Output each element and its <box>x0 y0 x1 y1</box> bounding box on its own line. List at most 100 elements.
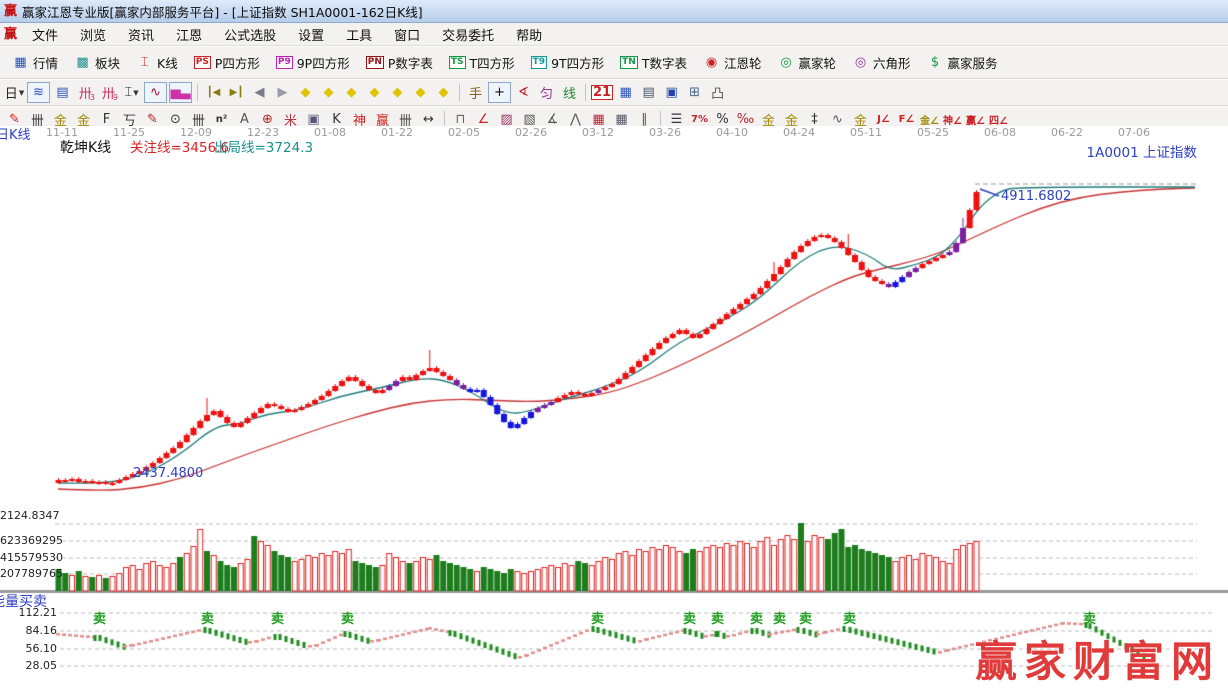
sell-signal-marker: 卖 <box>93 613 106 628</box>
row1-tool-icon-16[interactable]: ◆ <box>341 83 362 102</box>
row1-tool-icon-11[interactable]: ▶┃ <box>226 83 247 102</box>
row1-tool-icon-31[interactable]: ▣ <box>661 83 682 102</box>
六角形-icon: ◎ <box>852 55 869 70</box>
toolbar-button-T四方形[interactable]: TST四方形 <box>441 51 523 74</box>
T四方形-icon: TS <box>449 56 466 69</box>
row1-tool-icon-3[interactable]: ▤ <box>52 83 73 102</box>
row1-tool-icon-33[interactable]: 凸 <box>707 83 728 102</box>
toolbar-button-label: P四方形 <box>215 53 260 72</box>
K线-icon: ⌶ <box>136 55 153 70</box>
toolbar-button-label: 板块 <box>95 53 120 72</box>
menu-bar: 赢 文件浏览资讯江恩公式选股设置工具窗口交易委托帮助 <box>0 23 1228 46</box>
menu-item-10[interactable]: 帮助 <box>505 23 553 46</box>
volume-axis-label: 623369295 <box>0 535 57 548</box>
toolbar-button-label: 赢家轮 <box>799 53 837 72</box>
sell-signal-marker: 卖 <box>591 613 604 628</box>
row1-dropdown-arrow: ▼ <box>19 89 24 97</box>
row1-tool-icon-30[interactable]: ▤ <box>638 83 659 102</box>
menu-item-9[interactable]: 交易委托 <box>431 23 505 46</box>
toolbar-button-9P四方形[interactable]: P99P四方形 <box>268 51 358 74</box>
title-bar[interactable]: 赢 赢家江恩专业版[赢家内部服务平台] - [上证指数 SH1A0001-162… <box>0 0 1228 23</box>
toolbar-button-行情[interactable]: ▦ 行情 <box>4 51 66 74</box>
toolbar-button-P数字表[interactable]: PNP数字表 <box>358 51 441 74</box>
row1-tool-icon-19[interactable]: ◆ <box>410 83 431 102</box>
row1-tool-icon-23[interactable]: + <box>488 82 511 103</box>
row1-tool-icon-4[interactable]: 卅3 <box>75 83 96 102</box>
toolbar-button-9T四方形[interactable]: T99T四方形 <box>523 51 613 74</box>
row1-tool-icon-8[interactable]: ▅▃ <box>169 82 192 103</box>
sell-signal-marker: 卖 <box>750 613 763 628</box>
row1-tool-icon-29[interactable]: ▦ <box>615 83 636 102</box>
板块-icon: ▩ <box>74 55 91 70</box>
row1-tool-icon-18[interactable]: ◆ <box>387 83 408 102</box>
app-window: 赢 赢家江恩专业版[赢家内部服务平台] - [上证指数 SH1A0001-162… <box>0 0 1228 133</box>
row1-tool-sub: 3 <box>90 93 95 102</box>
row1-tool-icon-13[interactable]: ▶ <box>272 83 293 102</box>
row1-tool-icon-2[interactable]: ≋ <box>27 82 50 103</box>
row1-tool-icon-10[interactable]: ┃◀ <box>203 83 224 102</box>
row1-tool-icon-14[interactable]: ◆ <box>295 83 316 102</box>
date-tick: 04-10 <box>714 127 750 140</box>
toolbar-button-label: 行情 <box>33 53 58 72</box>
T数字表-icon: TN <box>620 56 638 69</box>
row1-tool-icon-22[interactable]: 手 <box>465 83 486 102</box>
row1-tool-icon-24[interactable]: ∢ <box>513 83 534 102</box>
volume-axis-label: 207789765 <box>0 568 57 581</box>
row1-tool-icon-1[interactable]: 日▼ <box>4 83 25 102</box>
menu-item-7[interactable]: 工具 <box>335 23 383 46</box>
P数字表-icon: PN <box>366 56 384 69</box>
row1-tool-icon-32[interactable]: ⊞ <box>684 83 705 102</box>
date-tick: 11-25 <box>111 127 147 140</box>
toolbar-button-江恩轮[interactable]: ◉江恩轮 <box>695 51 770 74</box>
menu-item-2[interactable]: 浏览 <box>69 23 117 46</box>
menu-item-6[interactable]: 设置 <box>287 23 335 46</box>
row1-tool-icon-12[interactable]: ◀ <box>249 83 270 102</box>
P四方形-icon: PS <box>194 56 211 69</box>
toolbar-button-K线[interactable]: ⌶K线 <box>128 51 186 74</box>
row1-separator <box>197 84 198 101</box>
menu-item-5[interactable]: 公式选股 <box>213 23 287 46</box>
toolbar-button-P四方形[interactable]: PS P四方形 <box>186 51 268 74</box>
sell-signal-marker: 卖 <box>201 613 214 628</box>
window-title: 赢家江恩专业版[赢家内部服务平台] - [上证指数 SH1A0001-162日K… <box>22 2 423 21</box>
menu-item-1[interactable]: 文件 <box>21 23 69 46</box>
toolbar-button-T数字表[interactable]: TNT数字表 <box>612 51 695 74</box>
row1-tool-icon-7[interactable]: ∿ <box>144 82 167 103</box>
row1-tool-icon-20[interactable]: ◆ <box>433 83 454 102</box>
date-tick: 04-24 <box>781 127 817 140</box>
menu-item-8[interactable]: 窗口 <box>383 23 431 46</box>
exit-line-label: 出局线=3724.3 <box>214 141 313 157</box>
sell-signal-marker: 卖 <box>271 613 284 628</box>
row1-separator <box>459 84 460 101</box>
赢家轮-icon: ◎ <box>778 55 795 70</box>
date-tick: 02-26 <box>513 127 549 140</box>
date-tick: 11-11 <box>44 127 80 140</box>
row1-tool-icon-17[interactable]: ◆ <box>364 83 385 102</box>
kline-type-label: 乾坤K线 <box>60 140 111 156</box>
9T四方形-icon: T9 <box>531 56 547 69</box>
row1-tool-icon-15[interactable]: ◆ <box>318 83 339 102</box>
row1-tool-icon-6[interactable]: ⌶▼ <box>121 83 142 102</box>
low-price-annotation: 2437.4800 <box>133 467 203 482</box>
row1-tool-icon-28[interactable]: 21 <box>591 85 613 100</box>
row1-dropdown-arrow: ▼ <box>133 89 138 97</box>
kline-chart-canvas[interactable] <box>0 126 1228 680</box>
row1-tool-sub: 9 <box>113 93 118 102</box>
toolbar-button-label: 9P四方形 <box>297 53 350 72</box>
symbol-label: 1A0001 上证指数 <box>1087 146 1197 162</box>
toolbar-button-六角形[interactable]: ◎六角形 <box>844 51 919 74</box>
row1-tool-icon-26[interactable]: 线 <box>559 83 580 102</box>
date-tick: 05-11 <box>848 127 884 140</box>
menu-item-3[interactable]: 资讯 <box>117 23 165 46</box>
toolbar-button-赢家轮[interactable]: ◎ 赢家轮 <box>770 51 845 74</box>
date-tick: 01-08 <box>312 127 348 140</box>
toolbar-button-板块[interactable]: ▩ 板块 <box>66 51 128 74</box>
row1-tool-icon-25[interactable]: 匀 <box>536 83 557 102</box>
menu-item-4[interactable]: 江恩 <box>165 23 213 46</box>
toolbar-button-label: 江恩轮 <box>724 53 762 72</box>
toolbar-button-赢家服务[interactable]: $赢家服务 <box>919 51 1006 74</box>
row1-tool-icon-5[interactable]: 卅9 <box>98 83 119 102</box>
main-toolbar: ▦ 行情 ▩ 板块 ⌶K线 PS P四方形 P99P四方形PNP数字表TST四方形T99T四方… <box>0 46 1228 79</box>
赢家服务-icon: $ <box>927 55 944 70</box>
行情-icon: ▦ <box>12 55 29 70</box>
